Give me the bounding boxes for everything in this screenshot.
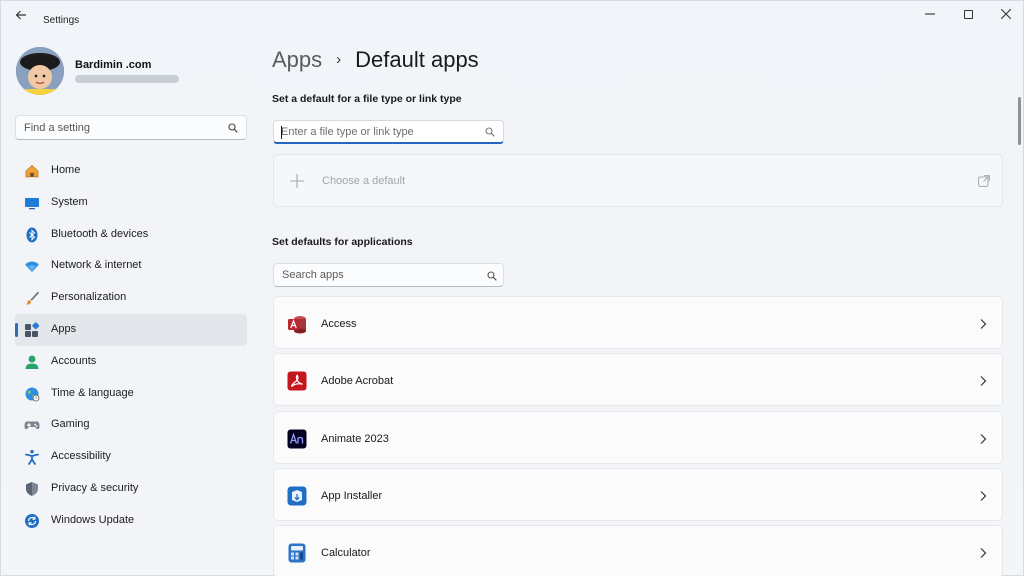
choose-default-card[interactable]: Choose a default (273, 154, 1003, 207)
search-icon (228, 123, 238, 133)
selected-indicator (15, 322, 18, 337)
apps-search-box[interactable] (273, 263, 504, 287)
sidebar-item-apps[interactable]: Apps (15, 313, 247, 346)
sidebar-item-label: Bluetooth & devices (51, 227, 149, 240)
gamepad-icon (24, 421, 40, 430)
app-row-app-installer[interactable]: App Installer (273, 467, 1003, 521)
apps-section-title: Set defaults for applications (272, 236, 413, 248)
system-icon (25, 197, 39, 210)
file-type-input[interactable] (281, 125, 476, 139)
sidebar-item-label: Personalization (51, 291, 127, 304)
sidebar-item-system[interactable]: System (15, 187, 247, 219)
network-icon (25, 261, 39, 273)
sidebar-item-label: Privacy & security (51, 481, 139, 494)
search-icon (487, 271, 497, 281)
access-icon (288, 316, 306, 334)
sidebar-item-gaming[interactable]: Gaming (15, 409, 247, 441)
choose-default-label: Choose a default (322, 175, 406, 187)
app-list: Access Adobe Acrobat Animate 2023 App In… (273, 296, 1003, 576)
maximize-icon[interactable] (951, 7, 985, 23)
globe-icon (25, 387, 40, 401)
app-row-animate[interactable]: Animate 2023 (273, 410, 1003, 464)
bluetooth-icon (26, 227, 38, 243)
brush-icon (26, 291, 39, 305)
avatar[interactable] (16, 47, 64, 95)
app-installer-icon (287, 486, 307, 506)
breadcrumb: Apps › Default apps (272, 47, 479, 73)
chevron-right-icon (980, 548, 987, 559)
sidebar-item-label: Home (51, 164, 81, 176)
home-icon (25, 164, 39, 178)
app-row-access[interactable]: Access (273, 296, 1003, 349)
sidebar-item-network[interactable]: Network & internet (15, 250, 247, 282)
chevron-right-icon (980, 490, 987, 501)
sidebar-item-time-language[interactable]: Time & language (15, 378, 247, 410)
sidebar-item-label: Time & language (51, 386, 134, 399)
breadcrumb-separator: › (336, 51, 342, 68)
sidebar-item-home[interactable]: Home (15, 155, 247, 187)
sidebar-item-accounts[interactable]: Accounts (15, 346, 247, 378)
scrollbar-thumb[interactable] (1018, 97, 1021, 145)
profile-name: Bardimin .com (75, 59, 152, 71)
sidebar-item-label: Accounts (51, 354, 97, 367)
sidebar-nav: Home System Bluetooth & devices Network … (15, 155, 247, 537)
open-external-icon (978, 175, 990, 187)
chevron-right-icon (980, 376, 987, 387)
app-name: Adobe Acrobat (321, 375, 394, 388)
accounts-icon (25, 355, 39, 369)
chevron-right-icon (980, 319, 987, 329)
apps-icon (25, 322, 40, 337)
sidebar-item-label: Windows Update (51, 513, 135, 526)
plus-icon (290, 174, 304, 188)
close-icon[interactable] (989, 7, 1023, 23)
back-arrow-icon[interactable] (11, 9, 31, 25)
update-icon (25, 513, 39, 528)
accessibility-icon (25, 450, 39, 466)
page-title: Default apps (355, 47, 479, 72)
sidebar-search-box[interactable] (15, 115, 247, 140)
acrobat-icon (287, 371, 307, 391)
shield-icon (26, 481, 38, 496)
file-type-section-title: Set a default for a file type or link ty… (272, 93, 462, 105)
minimize-icon[interactable] (913, 7, 947, 23)
sidebar-search-input[interactable] (24, 120, 214, 136)
sidebar-item-label: Gaming (51, 418, 90, 431)
settings-window: Settings Bardimin .com Find a setting Ho… (0, 0, 1024, 576)
title-bar: Settings (1, 1, 1023, 31)
sidebar-item-label: Accessibility (51, 450, 111, 463)
app-name: App Installer (321, 489, 383, 502)
app-name: Access (321, 318, 357, 330)
search-icon (485, 127, 495, 137)
sidebar-item-windows-update[interactable]: Windows Update (15, 505, 247, 537)
app-row-calculator[interactable]: Calculator (273, 525, 1003, 576)
sidebar-item-label: System (51, 195, 88, 208)
sidebar-item-personalization[interactable]: Personalization (15, 282, 247, 314)
app-row-adobe-acrobat[interactable]: Adobe Acrobat (273, 353, 1003, 407)
sidebar-item-privacy-security[interactable]: Privacy & security (15, 473, 247, 505)
sidebar-item-label: Network & internet (51, 259, 142, 272)
animate-icon (287, 429, 307, 449)
breadcrumb-parent-link[interactable]: Apps (272, 47, 322, 73)
chevron-right-icon (980, 433, 987, 444)
file-type-search-box[interactable] (273, 120, 504, 144)
profile-email-redacted (75, 75, 179, 83)
app-title: Settings (43, 15, 80, 26)
calculator-icon (288, 543, 306, 563)
apps-search-input[interactable] (282, 268, 477, 282)
app-name: Animate 2023 (321, 432, 389, 445)
text-caret (281, 126, 282, 139)
sidebar-item-accessibility[interactable]: Accessibility (15, 441, 247, 473)
sidebar-item-bluetooth[interactable]: Bluetooth & devices (15, 219, 247, 251)
sidebar-item-label: Apps (51, 322, 77, 335)
app-name: Calculator (321, 547, 371, 560)
